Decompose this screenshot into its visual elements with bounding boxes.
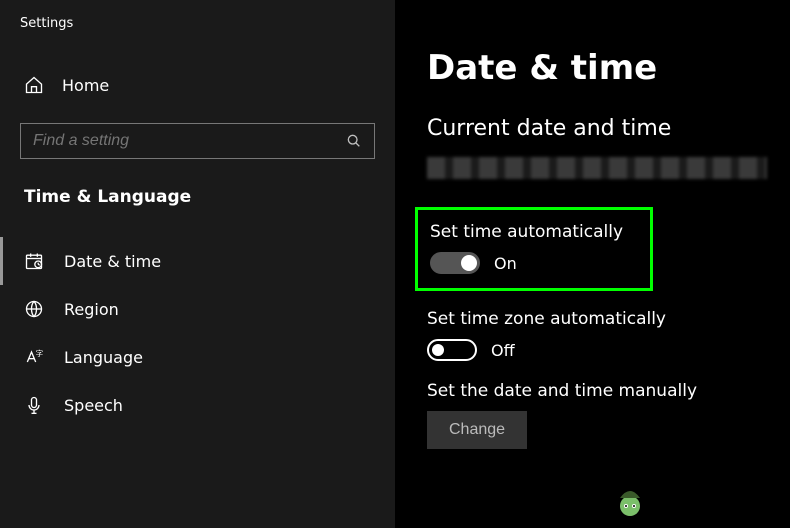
svg-text:字: 字 (36, 348, 43, 358)
highlight-annotation: Set time automatically On (415, 207, 653, 291)
section-current-datetime: Current date and time (427, 116, 790, 141)
search-icon (346, 133, 362, 149)
current-datetime-value-redacted (427, 157, 767, 179)
nav-home-label: Home (62, 76, 109, 95)
window-title: Settings (0, 16, 395, 31)
set-tz-auto-toggle[interactable] (427, 339, 477, 361)
set-time-auto-state: On (494, 254, 517, 273)
sidebar-item-language[interactable]: 字 Language (0, 333, 395, 381)
set-time-auto-toggle[interactable] (430, 252, 480, 274)
mascot-image (610, 480, 650, 520)
sidebar-item-label: Speech (64, 396, 123, 415)
change-button[interactable]: Change (427, 411, 527, 449)
date-time-icon (24, 251, 44, 271)
page-title: Date & time (427, 48, 790, 88)
speech-icon (24, 395, 44, 415)
sidebar-item-label: Date & time (64, 252, 161, 271)
sidebar: Settings Home Time & Language (0, 0, 395, 528)
sidebar-item-date-time[interactable]: Date & time (0, 237, 395, 285)
set-tz-auto-state: Off (491, 341, 515, 360)
set-tz-auto-label: Set time zone automatically (427, 309, 790, 329)
sidebar-item-region[interactable]: Region (0, 285, 395, 333)
sidebar-item-label: Language (64, 348, 143, 367)
main-content: Date & time Current date and time Set ti… (395, 0, 790, 528)
sidebar-category: Time & Language (0, 187, 395, 207)
set-time-auto-label: Set time automatically (430, 222, 638, 242)
search-input[interactable] (33, 132, 313, 150)
region-icon (24, 299, 44, 319)
home-icon (24, 75, 44, 95)
set-manual-label: Set the date and time manually (427, 381, 790, 401)
sidebar-item-label: Region (64, 300, 119, 319)
language-icon: 字 (24, 347, 44, 367)
sidebar-item-speech[interactable]: Speech (0, 381, 395, 429)
search-input-container[interactable] (20, 123, 375, 159)
nav-home[interactable]: Home (0, 67, 395, 103)
